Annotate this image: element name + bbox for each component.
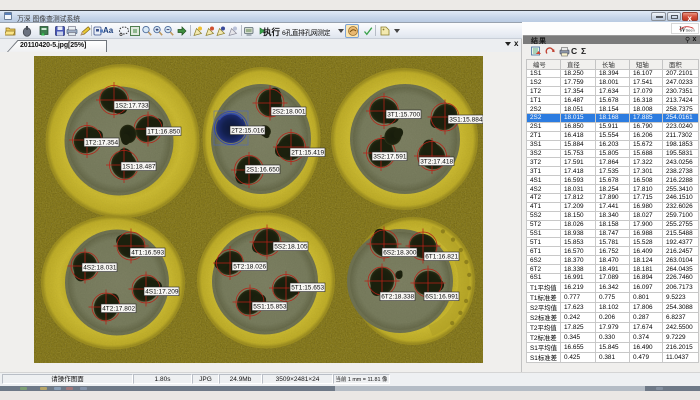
svg-text:5T1:15.653: 5T1:15.653 bbox=[291, 285, 324, 292]
svg-text:3T2:17.418: 3T2:17.418 bbox=[420, 159, 453, 166]
svg-text:4S2:18.031: 4S2:18.031 bbox=[83, 265, 117, 272]
svg-text:2S1:16.650: 2S1:16.650 bbox=[246, 167, 280, 174]
svg-text:6S1:16.991: 6S1:16.991 bbox=[425, 294, 459, 301]
svg-text:3T1:15.700: 3T1:15.700 bbox=[387, 112, 420, 119]
svg-text:6S2:18.300: 6S2:18.300 bbox=[383, 250, 417, 257]
svg-text:5T2:18.026: 5T2:18.026 bbox=[233, 264, 266, 271]
svg-text:2T2:15.016: 2T2:15.016 bbox=[231, 128, 264, 135]
svg-text:4T1:16.593: 4T1:16.593 bbox=[131, 250, 164, 257]
svg-text:1S2:17.733: 1S2:17.733 bbox=[115, 103, 149, 110]
svg-text:3S2:17.591: 3S2:17.591 bbox=[373, 154, 407, 161]
svg-text:4T2:17.802: 4T2:17.802 bbox=[102, 306, 135, 313]
svg-text:5S1:15.853: 5S1:15.853 bbox=[253, 304, 287, 311]
svg-text:6T1:16.821: 6T1:16.821 bbox=[425, 254, 458, 261]
svg-text:1T1:16.850: 1T1:16.850 bbox=[147, 129, 180, 136]
svg-text:4S1:17.209: 4S1:17.209 bbox=[145, 289, 179, 296]
svg-text:2T1:15.419: 2T1:15.419 bbox=[291, 150, 324, 157]
svg-text:5S2:18.105: 5S2:18.105 bbox=[274, 244, 308, 251]
svg-text:1T2:17.354: 1T2:17.354 bbox=[85, 140, 118, 147]
svg-text:2S2:18.001: 2S2:18.001 bbox=[272, 109, 306, 116]
svg-text:3S1:15.884: 3S1:15.884 bbox=[449, 117, 483, 124]
svg-text:Seen: Seen bbox=[686, 28, 695, 33]
svg-text:6T2:18.338: 6T2:18.338 bbox=[381, 294, 414, 301]
svg-text:1S1:18.487: 1S1:18.487 bbox=[122, 164, 156, 171]
